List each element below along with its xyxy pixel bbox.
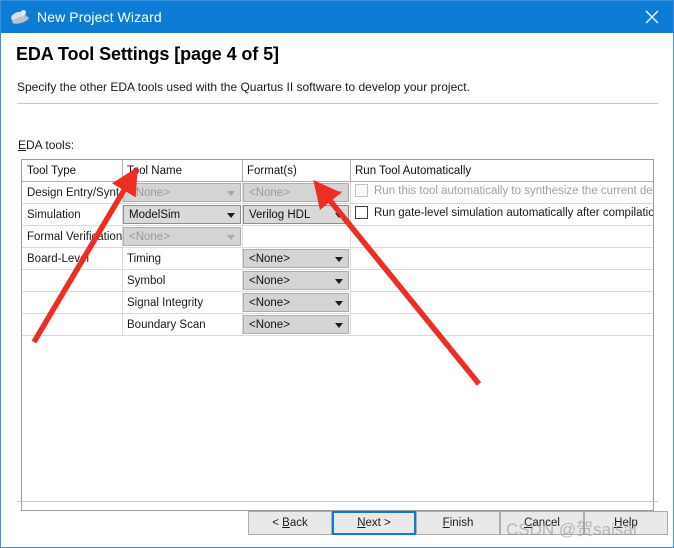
help-button-label: Help xyxy=(614,517,638,529)
dialog-button-bar: < Back Next > Finish Cancel Help xyxy=(1,511,673,547)
eda-tools-label: EDA tools: xyxy=(18,138,75,152)
back-button[interactable]: < Back xyxy=(248,511,332,535)
table-row: Signal Integrity <None> xyxy=(22,292,653,314)
page-subtitle: Specify the other EDA tools used with th… xyxy=(17,80,470,94)
format-value-boundary-scan: <None> xyxy=(249,318,290,331)
tool-name-dropdown-simulation[interactable]: ModelSim xyxy=(123,205,241,224)
format-value-simulation: Verilog HDL xyxy=(249,208,311,221)
chevron-down-icon xyxy=(227,234,235,240)
eda-tools-table: Tool Type Tool Name Format(s) Run Tool A… xyxy=(21,159,654,511)
table-row: Simulation ModelSim Verilog HDL Run gate… xyxy=(22,204,653,226)
table-header-row: Tool Type Tool Name Format(s) Run Tool A… xyxy=(22,160,653,182)
run-tool-checkbox-simulation[interactable] xyxy=(355,206,368,219)
top-divider xyxy=(17,103,658,104)
chevron-down-icon xyxy=(335,300,343,306)
dialog-content: EDA Tool Settings [page 4 of 5] Specify … xyxy=(1,33,673,547)
tool-name-dropdown-design-entry[interactable]: <None> xyxy=(123,183,241,202)
table-row: Design Entry/Synt... <None> <None> Run t… xyxy=(22,182,653,204)
format-dropdown-signal-integrity[interactable]: <None> xyxy=(243,293,349,312)
tool-name-value-formal-verification: <None> xyxy=(129,230,170,243)
chevron-down-icon xyxy=(335,278,343,284)
new-project-wizard-dialog: New Project Wizard EDA Tool Settings [pa… xyxy=(0,0,674,548)
format-value-design-entry: <None> xyxy=(249,186,290,199)
cell-tool-name-signal-integrity: Signal Integrity xyxy=(127,296,204,309)
cell-tool-name-symbol: Symbol xyxy=(127,274,166,287)
format-value-symbol: <None> xyxy=(249,274,290,287)
help-button[interactable]: Help xyxy=(584,511,668,535)
chevron-down-icon xyxy=(227,190,235,196)
run-tool-row-simulation: Run gate-level simulation automatically … xyxy=(355,206,654,219)
table-row: Board-Level Timing <None> xyxy=(22,248,653,270)
wizard-hat-icon xyxy=(10,7,30,27)
cell-tool-type-blank-signal-integrity xyxy=(22,292,122,313)
cell-tool-type-simulation: Simulation xyxy=(27,208,81,221)
column-header-formats: Format(s) xyxy=(247,164,297,177)
column-header-tool-type: Tool Type xyxy=(27,164,77,177)
cell-tool-type-design-entry: Design Entry/Synt... xyxy=(27,186,122,199)
window-titlebar: New Project Wizard xyxy=(1,1,673,33)
finish-button-label: Finish xyxy=(442,517,474,529)
format-dropdown-boundary-scan[interactable]: <None> xyxy=(243,315,349,334)
chevron-down-icon xyxy=(335,190,343,196)
chevron-down-icon xyxy=(335,322,343,328)
cell-tool-type-board-level: Board-Level xyxy=(27,252,90,265)
cell-tool-name-timing: Timing xyxy=(127,252,162,265)
format-dropdown-simulation[interactable]: Verilog HDL xyxy=(243,205,349,224)
tool-name-value-simulation: ModelSim xyxy=(129,208,181,221)
format-dropdown-symbol[interactable]: <None> xyxy=(243,271,349,290)
eda-tools-label-rest: DA tools: xyxy=(26,138,75,152)
next-button-label: Next > xyxy=(357,517,391,529)
table-row: Formal Verification <None> xyxy=(22,226,653,248)
cancel-button[interactable]: Cancel xyxy=(500,511,584,535)
run-tool-label-simulation: Run gate-level simulation automatically … xyxy=(374,206,654,219)
chevron-down-icon xyxy=(335,212,343,218)
table-row: Symbol <None> xyxy=(22,270,653,292)
cell-tool-type-blank-boundary-scan xyxy=(22,314,122,335)
column-header-run-tool-automatically: Run Tool Automatically xyxy=(355,164,472,177)
run-tool-label-design-entry: Run this tool automatically to synthesiz… xyxy=(374,184,654,197)
format-value-timing: <None> xyxy=(249,252,290,265)
format-value-signal-integrity: <None> xyxy=(249,296,290,309)
table-row: Boundary Scan <None> xyxy=(22,314,653,336)
chevron-down-icon xyxy=(227,212,235,218)
cancel-button-label: Cancel xyxy=(524,517,560,529)
window-title: New Project Wizard xyxy=(37,9,162,25)
run-tool-checkbox-design-entry xyxy=(355,184,368,197)
footer-divider xyxy=(17,501,658,502)
finish-button[interactable]: Finish xyxy=(416,511,500,535)
run-tool-row-design-entry: Run this tool automatically to synthesiz… xyxy=(355,184,654,197)
format-dropdown-timing[interactable]: <None> xyxy=(243,249,349,268)
chevron-down-icon xyxy=(335,256,343,262)
cell-tool-type-formal-verification: Formal Verification xyxy=(27,230,122,243)
cell-tool-type-blank-symbol xyxy=(22,270,122,291)
back-button-label: < Back xyxy=(272,517,308,529)
column-header-tool-name: Tool Name xyxy=(127,164,182,177)
tool-name-value-design-entry: <None> xyxy=(129,186,170,199)
page-title: EDA Tool Settings [page 4 of 5] xyxy=(16,44,279,64)
format-dropdown-design-entry[interactable]: <None> xyxy=(243,183,349,202)
tool-name-dropdown-formal-verification[interactable]: <None> xyxy=(123,227,241,246)
cell-tool-name-boundary-scan: Boundary Scan xyxy=(127,318,206,331)
close-icon[interactable] xyxy=(629,1,673,33)
next-button[interactable]: Next > xyxy=(332,511,416,535)
